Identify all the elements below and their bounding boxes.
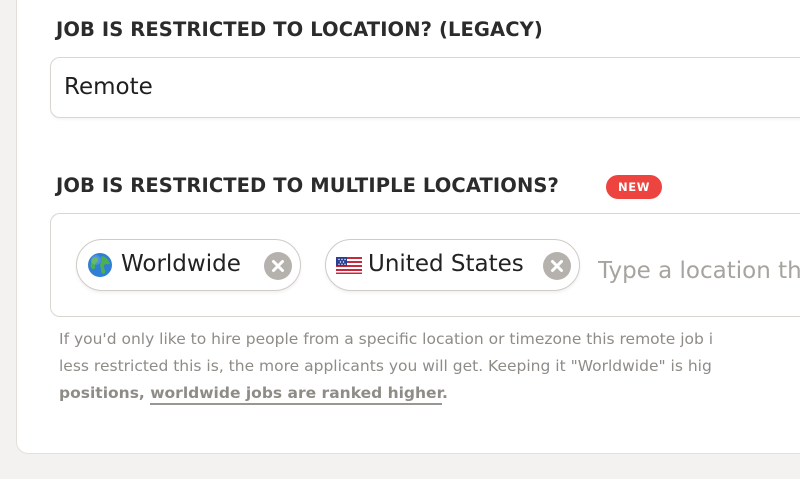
help-bold-text: positions, bbox=[59, 384, 151, 402]
worldwide-ranking-link[interactable]: worldwide jobs are ranked higher bbox=[150, 384, 443, 405]
remove-united-states-button[interactable] bbox=[543, 252, 571, 280]
chip-label-worldwide: Worldwide bbox=[121, 251, 241, 277]
legacy-location-value: Remote bbox=[64, 74, 153, 100]
chip-label-united-states: United States bbox=[368, 251, 524, 277]
multi-location-label: JOB IS RESTRICTED TO MULTIPLE LOCATIONS? bbox=[56, 174, 559, 197]
help-line-1: If you'd only like to hire people from a… bbox=[59, 330, 714, 348]
legacy-location-field[interactable]: Remote bbox=[50, 57, 800, 118]
globe-icon bbox=[87, 252, 113, 278]
help-period: . bbox=[442, 384, 448, 402]
new-badge: NEW bbox=[606, 175, 662, 199]
location-chip-united-states: United States bbox=[325, 239, 580, 291]
remove-worldwide-button[interactable] bbox=[264, 252, 292, 280]
legacy-location-label: JOB IS RESTRICTED TO LOCATION? (LEGACY) bbox=[56, 18, 543, 41]
us-flag-icon bbox=[336, 252, 362, 278]
location-search-input[interactable] bbox=[598, 254, 800, 288]
help-text: If you'd only like to hire people from a… bbox=[59, 326, 800, 407]
close-icon bbox=[551, 260, 563, 272]
help-line-2: less restricted this is, the more applic… bbox=[59, 357, 712, 375]
close-icon bbox=[272, 260, 284, 272]
location-chip-worldwide: Worldwide bbox=[76, 239, 301, 291]
help-line-3: positions, worldwide jobs are ranked hig… bbox=[59, 380, 800, 407]
